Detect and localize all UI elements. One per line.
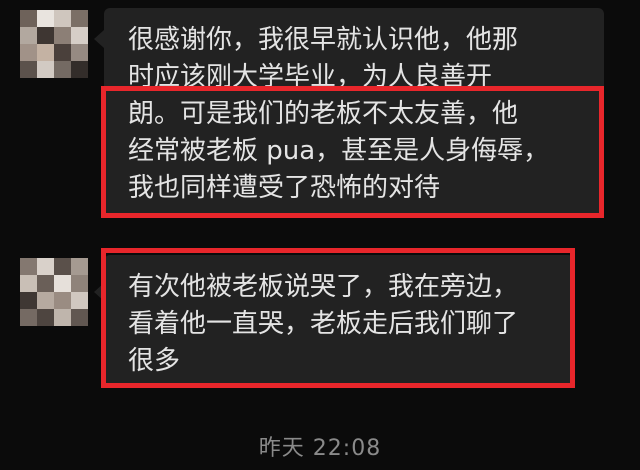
bubble-tail bbox=[94, 283, 104, 301]
sender-avatar[interactable] bbox=[20, 258, 88, 326]
message-bubble[interactable]: 有次他被老板说哭了，我在旁边， 看着他一直哭，老板走后我们聊了 很多 bbox=[104, 255, 574, 385]
message-line: 很多 bbox=[128, 346, 181, 376]
message-line: 看着他一直哭，老板走后我们聊了 bbox=[128, 309, 519, 339]
message-line: 经常被老板 pua，甚至是人身侮辱， bbox=[128, 136, 550, 166]
sender-avatar[interactable] bbox=[20, 10, 88, 78]
message-bubble[interactable]: 很感谢你，我很早就认识他，他那 时应该刚大学毕业，为人良善开 朗。可是我们的老板… bbox=[104, 8, 604, 218]
message-line: 很感谢你，我很早就认识他，他那 bbox=[128, 25, 519, 55]
message-line: 有次他被老板说哭了，我在旁边， bbox=[128, 272, 519, 302]
message-line: 我也同样遭受了恐怖的对待 bbox=[128, 173, 441, 203]
message-line: 朗。可是我们的老板不太友善，他 bbox=[128, 99, 519, 129]
message-timestamp: 昨天 22:08 bbox=[258, 436, 382, 461]
message-line: 时应该刚大学毕业，为人良善开 bbox=[128, 62, 493, 92]
bubble-tail bbox=[94, 30, 104, 48]
